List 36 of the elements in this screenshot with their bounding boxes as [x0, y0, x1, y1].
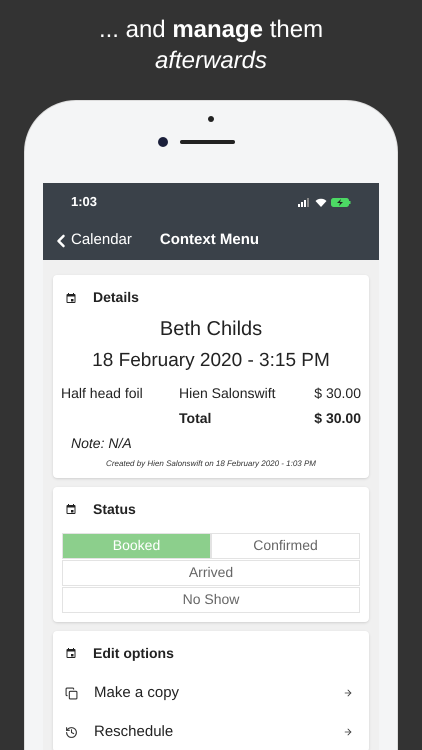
- speaker-grille: [180, 140, 234, 144]
- note-text: Note: N/A: [70, 434, 133, 452]
- created-by-text: Created by Hien Salonswift on 18 February 2020 - 1:03 PM: [105, 458, 317, 470]
- status-option[interactable]: No Show: [62, 586, 360, 612]
- service-name: Half head foil: [61, 384, 144, 402]
- arrow-icon: [343, 688, 353, 698]
- card-heading: Edit options: [93, 644, 174, 663]
- staff-name: Hien Salonswift: [179, 384, 276, 402]
- client-name: Beth Childs: [158, 317, 264, 342]
- copy-icon: [65, 686, 78, 700]
- back-button[interactable]: Calendar: [51, 229, 132, 252]
- wifi-icon: [315, 198, 327, 206]
- nav-title: Context Menu: [160, 230, 260, 250]
- card-heading: Status: [93, 500, 136, 518]
- menu-item-label: Make a copy: [94, 682, 180, 703]
- menu-item-label: Reschedule: [94, 722, 174, 742]
- total-amount: $ 30.00: [314, 408, 361, 428]
- calendar-icon: [65, 503, 77, 515]
- service-price: $ 30.00: [314, 384, 361, 402]
- status-time: 1:03: [71, 193, 98, 212]
- status-option[interactable]: Confirmed: [211, 532, 360, 558]
- calendar-icon: [65, 647, 77, 659]
- headline-italic: afterwards: [154, 46, 268, 76]
- history-icon: [65, 726, 78, 738]
- card-heading: Details: [93, 288, 139, 307]
- calendar-icon: [65, 292, 77, 304]
- total-label: Total: [179, 408, 212, 428]
- menu-item[interactable]: Reschedule: [53, 712, 369, 750]
- battery-icon: [331, 198, 351, 206]
- status-option[interactable]: Arrived: [62, 560, 360, 586]
- signal-icon: [298, 198, 311, 206]
- arrow-icon: [343, 727, 353, 737]
- camera-lens: [158, 137, 168, 147]
- menu-item[interactable]: Make a copy: [53, 674, 369, 712]
- appointment-datetime: 18 February 2020 - 3:15 PM: [91, 349, 331, 373]
- headline: ... and manage them: [98, 15, 324, 45]
